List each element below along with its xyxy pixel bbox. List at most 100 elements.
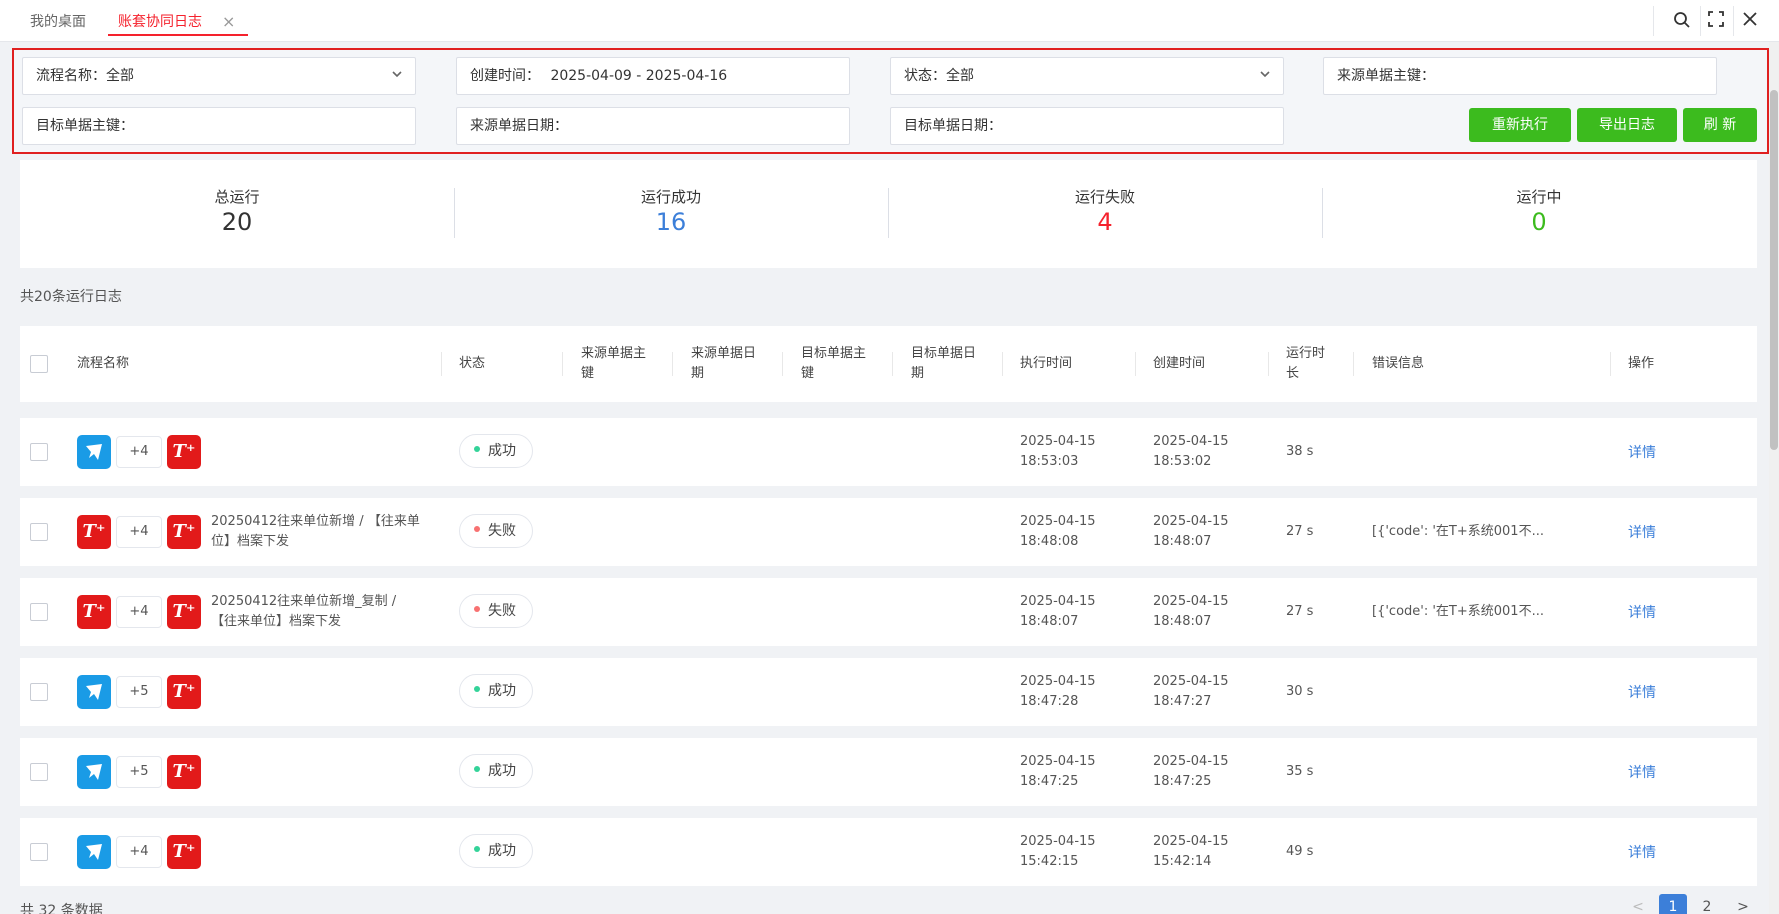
- pager-prev[interactable]: <: [1624, 894, 1652, 914]
- pager-page-1[interactable]: 1: [1659, 894, 1687, 914]
- pager-next[interactable]: >: [1729, 894, 1757, 914]
- row-checkbox[interactable]: [30, 603, 48, 621]
- col-status: 状态: [459, 356, 486, 371]
- scrollbar-thumb[interactable]: [1770, 90, 1778, 450]
- log-count: 共20条运行日志: [20, 289, 122, 305]
- export-log-button[interactable]: 导出日志: [1577, 108, 1677, 142]
- exec-date-text: 2025-04-15: [1020, 594, 1096, 609]
- table-row[interactable]: +4 T⁺ 成功 2025-04-15 15:42:15 2025-04-15 15:42:…: [20, 818, 1757, 886]
- detail-link[interactable]: 详情: [1628, 442, 1656, 462]
- extra-nodes-badge[interactable]: +5: [116, 676, 162, 708]
- divider: [1653, 6, 1654, 36]
- created-time-range[interactable]: 创建时间： 2025-04-09 - 2025-04-16: [456, 57, 850, 95]
- tplus-app-icon: T⁺: [167, 835, 201, 869]
- table-row[interactable]: T⁺ +4 T⁺ 20250412往来单位新增 / 【往来单 位】档案下发 失败 2025-…: [20, 498, 1757, 566]
- divider: [1002, 352, 1003, 376]
- table-row[interactable]: +5 T⁺ 成功 2025-04-15 18:47:28 2025-04-15 18:47:…: [20, 658, 1757, 726]
- created-time-text: 15:42:14: [1153, 854, 1212, 869]
- duration: 35 s: [1286, 764, 1314, 779]
- row-checkbox[interactable]: [30, 443, 48, 461]
- feishu-app-icon: [77, 755, 111, 789]
- exec-time: 2025-04-15 18:48:07: [1020, 592, 1096, 632]
- status-badge: 成功: [459, 434, 533, 468]
- detail-link[interactable]: 详情: [1628, 602, 1656, 622]
- exec-time-text: 18:47:28: [1020, 694, 1079, 709]
- detail-link[interactable]: 详情: [1628, 842, 1656, 862]
- detail-link[interactable]: 详情: [1628, 762, 1656, 782]
- select-all-checkbox[interactable]: [30, 355, 48, 373]
- rerun-button[interactable]: 重新执行: [1469, 108, 1571, 142]
- tplus-app-icon: T⁺: [167, 515, 201, 549]
- created-time: 2025-04-15 18:48:07: [1153, 592, 1229, 632]
- row-checkbox[interactable]: [30, 843, 48, 861]
- duration: 27 s: [1286, 524, 1314, 539]
- stat-failed-label: 运行失败: [1074, 188, 1135, 206]
- duration: 30 s: [1286, 684, 1314, 699]
- exec-time-text: 18:53:03: [1020, 454, 1079, 469]
- exec-date-text: 2025-04-15: [1020, 674, 1096, 689]
- target-date-input[interactable]: 目标单据日期：: [890, 107, 1284, 145]
- error-message: [{'code': '在T+系统001不...: [1372, 604, 1544, 619]
- duration: 49 s: [1286, 844, 1314, 859]
- scrollbar[interactable]: [1769, 42, 1779, 914]
- tab-close-icon[interactable]: ×: [222, 10, 235, 34]
- divider: [441, 352, 442, 376]
- table-row[interactable]: T⁺ +4 T⁺ 20250412往来单位新增_复制 / 【往来单位】档案下发 失败 202…: [20, 578, 1757, 646]
- extra-nodes-badge[interactable]: +5: [116, 756, 162, 788]
- detail-link[interactable]: 详情: [1628, 522, 1656, 542]
- status-badge: 成功: [459, 754, 533, 788]
- table-row[interactable]: +4 T⁺ 成功 2025-04-15 18:53:03 2025-04-15 18:53:…: [20, 418, 1757, 486]
- col-target-date: 目标单据日期: [911, 346, 977, 381]
- created-time-text: 18:47:25: [1153, 774, 1212, 789]
- tplus-app-icon: T⁺: [167, 755, 201, 789]
- row-checkbox[interactable]: [30, 683, 48, 701]
- source-key-label: 来源单据主键：: [1337, 68, 1435, 84]
- table-header: 流程名称 状态 来源单据主键 来源单据日期 目标单据主键 目标单据日期 执行时间…: [20, 326, 1757, 402]
- tplus-app-icon: T⁺: [77, 595, 111, 629]
- stat-running-label: 运行中: [1516, 188, 1562, 206]
- col-duration: 运行时长: [1286, 346, 1326, 381]
- refresh-button[interactable]: 刷 新: [1683, 108, 1757, 142]
- col-error: 错误信息: [1372, 356, 1425, 371]
- exec-time: 2025-04-15 18:47:28: [1020, 672, 1096, 712]
- chevron-down-icon: [1259, 58, 1271, 94]
- search-icon[interactable]: [1672, 11, 1692, 31]
- row-checkbox[interactable]: [30, 523, 48, 541]
- extra-nodes-badge[interactable]: +4: [116, 436, 162, 468]
- stat-failed-value: 4: [1097, 208, 1113, 236]
- table-row[interactable]: +5 T⁺ 成功 2025-04-15 18:47:25 2025-04-15 18:47:…: [20, 738, 1757, 806]
- extra-nodes-badge[interactable]: +4: [116, 836, 162, 868]
- status-dot-icon: [474, 606, 480, 612]
- feishu-app-icon: [77, 435, 111, 469]
- pager-page-2[interactable]: 2: [1693, 894, 1721, 914]
- divider: [1268, 352, 1269, 376]
- fullscreen-icon[interactable]: [1706, 11, 1726, 31]
- extra-nodes-badge[interactable]: +4: [116, 516, 162, 548]
- tab-desktop[interactable]: 我的桌面: [30, 10, 86, 36]
- stat-total-label: 总运行: [214, 188, 260, 206]
- source-key-input[interactable]: 来源单据主键：: [1323, 57, 1717, 95]
- divider: [1700, 6, 1701, 36]
- status-badge: 失败: [459, 594, 533, 628]
- col-source-date: 来源单据日期: [691, 346, 757, 381]
- process-name-line: 位】档案下发: [211, 534, 290, 549]
- tab-bar: 我的桌面 账套协同日志 ×: [0, 0, 1779, 42]
- status-dot-icon: [474, 686, 480, 692]
- status-text: 失败: [488, 603, 516, 619]
- created-time-text: 18:48:07: [1153, 534, 1212, 549]
- close-icon[interactable]: [1740, 11, 1760, 31]
- row-checkbox[interactable]: [30, 763, 48, 781]
- created-time-value: 2025-04-09 - 2025-04-16: [550, 68, 728, 84]
- target-key-input[interactable]: 目标单据主键：: [22, 107, 416, 145]
- target-date-label: 目标单据日期：: [904, 118, 1002, 134]
- status-badge: 成功: [459, 674, 533, 708]
- status-select[interactable]: 状态：全部: [890, 57, 1284, 95]
- source-date-input[interactable]: 来源单据日期：: [456, 107, 850, 145]
- process-name-select[interactable]: 流程名称：全部: [22, 57, 416, 95]
- stat-running: 运行中 0: [1322, 160, 1756, 268]
- extra-nodes-badge[interactable]: +4: [116, 596, 162, 628]
- created-date-text: 2025-04-15: [1153, 674, 1229, 689]
- stats-panel: 总运行 20 运行成功 16 运行失败 4 运行中 0: [20, 160, 1757, 268]
- detail-link[interactable]: 详情: [1628, 682, 1656, 702]
- created-time-label: 创建时间：: [470, 68, 540, 84]
